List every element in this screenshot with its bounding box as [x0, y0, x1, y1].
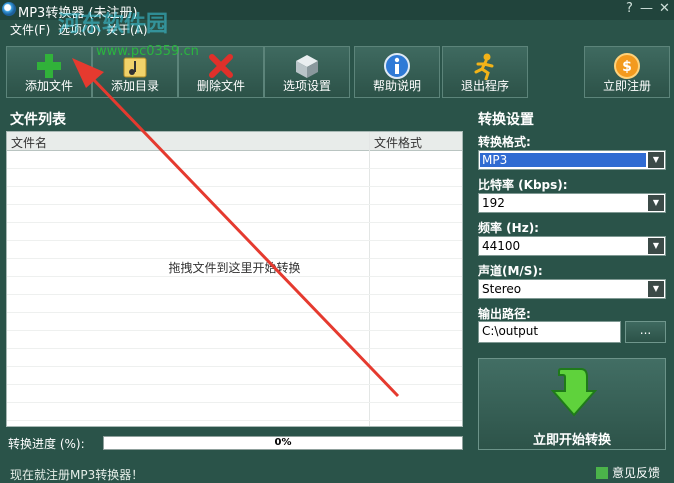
row-divider	[7, 420, 462, 421]
channel-select[interactable]: Stereo ▼	[478, 279, 666, 299]
row-divider	[7, 204, 462, 205]
watermark-text: 河东软件园	[58, 11, 169, 37]
drop-hint: 拖拽文件到这里开始转换	[168, 261, 301, 275]
row-divider	[7, 330, 462, 331]
delete-file-label: 删除文件	[196, 79, 245, 93]
info-icon	[384, 53, 410, 79]
delete-icon	[209, 54, 233, 78]
file-list-header: 文件名 文件格式	[7, 132, 462, 151]
exit-label: 退出程序	[460, 79, 509, 93]
feedback-link[interactable]: 意见反馈	[596, 464, 660, 481]
channel-label: 声道(M/S):	[478, 264, 543, 278]
column-divider	[369, 132, 370, 426]
row-divider	[7, 222, 462, 223]
row-divider	[7, 276, 462, 277]
app-icon	[2, 2, 16, 16]
chevron-down-icon[interactable]: ▼	[648, 195, 664, 211]
arrow-down-icon	[551, 368, 597, 417]
file-list-title: 文件列表	[10, 112, 66, 128]
start-convert-button[interactable]: 立即开始转换	[478, 358, 666, 450]
settings-title: 转换设置	[478, 112, 534, 128]
bitrate-select[interactable]: 192 ▼	[478, 193, 666, 213]
progress-bar: 0%	[103, 436, 463, 450]
row-divider	[7, 312, 462, 313]
minimize-icon[interactable]: —	[640, 1, 653, 16]
row-divider	[7, 240, 462, 241]
format-value: MP3	[480, 153, 646, 167]
column-filename[interactable]: 文件名	[11, 134, 47, 151]
menu-file[interactable]: 文件(F)	[10, 21, 50, 38]
svg-text:$: $	[622, 59, 632, 75]
file-list[interactable]: 文件名 文件格式 拖拽文件到这里开始转换	[6, 131, 463, 427]
row-divider	[7, 168, 462, 169]
bitrate-label: 比特率 (Kbps):	[478, 178, 568, 192]
channel-value: Stereo	[482, 282, 522, 296]
chevron-down-icon[interactable]: ▼	[648, 281, 664, 297]
frequency-value: 44100	[482, 239, 521, 253]
running-man-icon	[474, 53, 494, 80]
row-divider	[7, 384, 462, 385]
progress-text: 0%	[274, 437, 292, 448]
row-divider	[7, 366, 462, 367]
help-icon[interactable]: ?	[626, 1, 633, 16]
row-divider	[7, 348, 462, 349]
row-divider	[7, 294, 462, 295]
output-label: 输出路径:	[478, 307, 531, 321]
feedback-label: 意见反馈	[612, 466, 661, 480]
watermark-url: www.pc0359.cn	[96, 44, 199, 59]
cube-icon	[296, 55, 318, 78]
chevron-down-icon[interactable]: ▼	[648, 152, 664, 168]
help-label: 帮助说明	[372, 79, 421, 93]
add-dir-label: 添加目录	[110, 79, 159, 93]
feedback-icon	[596, 467, 608, 479]
register-label: 立即注册	[602, 79, 651, 93]
bitrate-value: 192	[482, 196, 505, 210]
format-label: 转换格式:	[478, 135, 531, 149]
frequency-select[interactable]: 44100 ▼	[478, 236, 666, 256]
options-button[interactable]: 选项设置	[264, 46, 350, 98]
start-convert-label: 立即开始转换	[532, 433, 611, 448]
plus-icon	[37, 54, 61, 78]
chevron-down-icon[interactable]: ▼	[648, 238, 664, 254]
row-divider	[7, 186, 462, 187]
format-select[interactable]: MP3 ▼	[478, 150, 666, 170]
help-button[interactable]: 帮助说明	[354, 46, 440, 98]
progress-label: 转换进度 (%):	[8, 437, 85, 451]
column-format[interactable]: 文件格式	[374, 134, 422, 151]
exit-button[interactable]: 退出程序	[442, 46, 528, 98]
close-icon[interactable]: ✕	[659, 1, 670, 16]
browse-button[interactable]: ...	[625, 321, 666, 343]
add-file-label: 添加文件	[24, 79, 73, 93]
row-divider	[7, 402, 462, 403]
add-file-button[interactable]: 添加文件	[6, 46, 92, 98]
options-label: 选项设置	[282, 79, 331, 93]
frequency-label: 频率 (Hz):	[478, 221, 539, 235]
register-button[interactable]: $ 立即注册	[584, 46, 670, 98]
output-path-input[interactable]: C:\output	[478, 321, 621, 343]
dollar-coin-icon: $	[614, 53, 640, 79]
